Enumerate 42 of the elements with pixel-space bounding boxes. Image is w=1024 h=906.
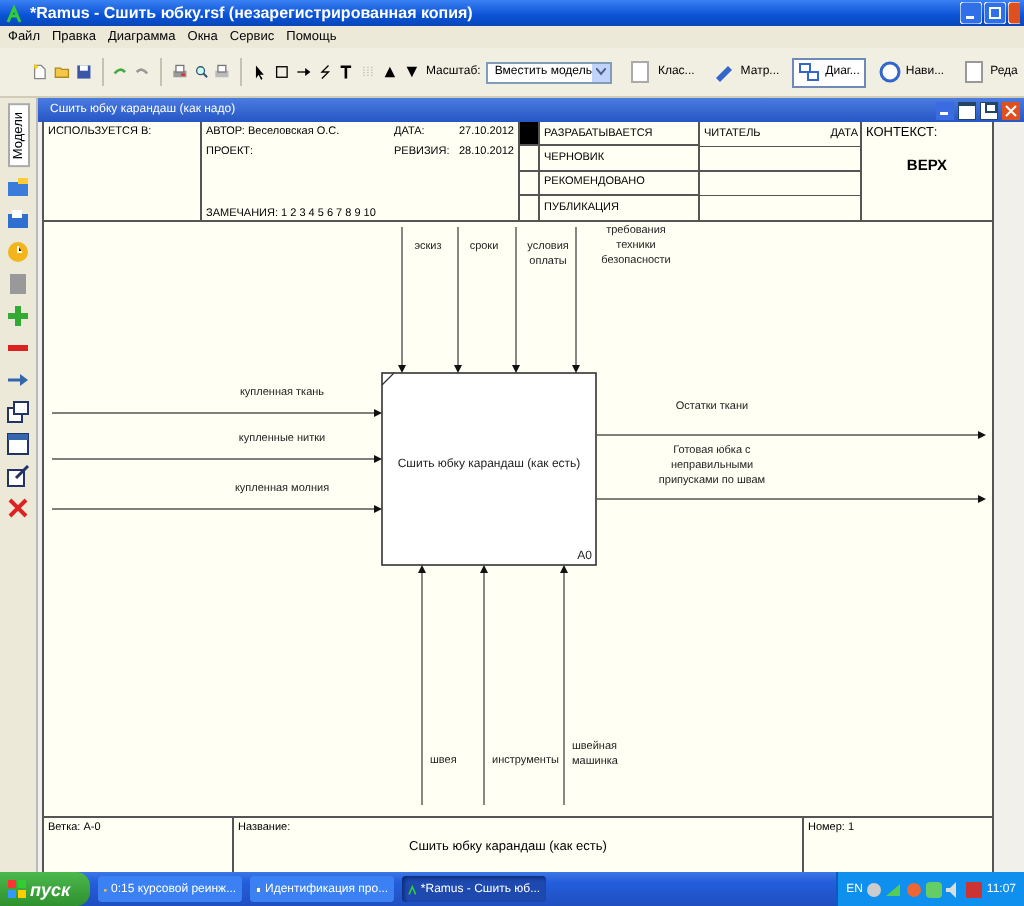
control-arrow[interactable] bbox=[398, 226, 406, 373]
output-arrow[interactable] bbox=[595, 431, 986, 439]
chevron-down-icon bbox=[595, 68, 606, 76]
mechanism-arrow[interactable] bbox=[480, 565, 488, 806]
document-icon bbox=[962, 60, 987, 84]
app-icon bbox=[408, 881, 417, 897]
page-icon bbox=[629, 60, 654, 84]
magnifier-icon[interactable] bbox=[193, 60, 209, 84]
plus-icon[interactable] bbox=[6, 303, 30, 328]
edit-window-icon[interactable] bbox=[6, 463, 30, 488]
app-icon bbox=[4, 3, 24, 23]
control-arrow[interactable] bbox=[572, 226, 580, 373]
text-icon[interactable] bbox=[338, 60, 355, 84]
pen-icon bbox=[712, 60, 737, 84]
minimize-icon[interactable] bbox=[936, 101, 954, 119]
control-arrow[interactable] bbox=[454, 226, 462, 373]
activity-box[interactable] bbox=[381, 372, 597, 566]
input-arrow[interactable] bbox=[51, 505, 382, 513]
circle-icon bbox=[877, 60, 902, 84]
window-icon[interactable] bbox=[6, 431, 30, 456]
minimize-icon[interactable] bbox=[960, 2, 982, 24]
mechanism-arrow[interactable] bbox=[560, 565, 568, 806]
restore-icon[interactable] bbox=[958, 101, 976, 119]
input-arrow[interactable] bbox=[51, 409, 382, 417]
new-file-icon[interactable] bbox=[32, 60, 48, 84]
windows-icon[interactable] bbox=[6, 399, 30, 424]
document-icon bbox=[256, 881, 261, 897]
maximize-icon[interactable] bbox=[984, 2, 1006, 24]
output-arrow[interactable] bbox=[595, 495, 986, 503]
mechanism-arrow[interactable] bbox=[418, 565, 426, 806]
pointer-icon[interactable] bbox=[251, 60, 268, 84]
folder-icon[interactable] bbox=[6, 175, 30, 200]
control-arrow[interactable] bbox=[512, 226, 520, 373]
windows-logo-icon bbox=[8, 880, 26, 898]
window-title: *Ramus - Сшить юбку.rsf (незарегистрированная копия) bbox=[30, 4, 475, 22]
squiggle-icon[interactable] bbox=[317, 60, 333, 84]
rectangle-icon[interactable] bbox=[273, 60, 290, 84]
diagram-icon bbox=[797, 60, 822, 84]
folder-icon[interactable] bbox=[6, 207, 30, 232]
input-arrow[interactable] bbox=[51, 455, 382, 463]
restore-icon[interactable] bbox=[980, 101, 998, 119]
save-icon[interactable] bbox=[75, 60, 92, 84]
